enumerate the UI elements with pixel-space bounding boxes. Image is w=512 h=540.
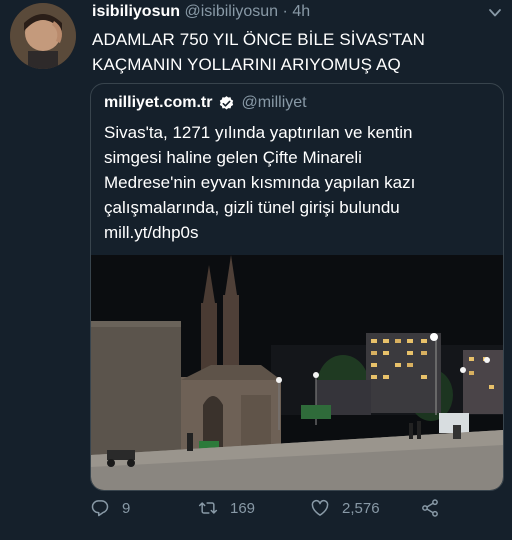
chevron-down-icon[interactable]: [488, 6, 502, 20]
tweet-text: ADAMLAR 750 YIL ÖNCE BİLE SİVAS'TAN KAÇM…: [92, 27, 502, 77]
reply-button[interactable]: 9: [90, 498, 130, 518]
user-handle[interactable]: @isibiliyosun: [184, 3, 278, 20]
like-button[interactable]: 2,576: [310, 498, 380, 518]
like-count: 2,576: [342, 499, 380, 517]
retweet-button[interactable]: 169: [198, 498, 255, 518]
action-bar: 9 169 2,576: [0, 498, 512, 528]
quoted-user-handle[interactable]: @milliyet: [241, 94, 306, 112]
quoted-display-name[interactable]: milliyet.com.tr: [104, 94, 212, 112]
reply-icon: [91, 500, 109, 517]
quoted-text-line: Medrese'nin eyvan kısmında yapılan kazı: [104, 173, 416, 192]
share-button[interactable]: [420, 498, 452, 518]
quoted-link[interactable]: mill.yt/dhp0s: [104, 220, 494, 245]
tweet[interactable]: isibiliyosun @isibiliyosun · 4h ADAMLAR …: [0, 0, 512, 540]
share-icon: [422, 499, 438, 517]
quoted-text-line: Sivas'ta, 1271 yılında yaptırılan ve ken…: [104, 123, 413, 142]
timestamp[interactable]: 4h: [292, 3, 310, 20]
quoted-text-line: simgesi haline gelen Çifte Minareli: [104, 148, 362, 167]
separator-dot: ·: [282, 3, 288, 20]
verified-badge-icon: [220, 95, 234, 110]
quoted-tweet-header: milliyet.com.tr @milliyet: [104, 94, 307, 112]
quoted-tweet-text: Sivas'ta, 1271 yılında yaptırılan ve ken…: [104, 120, 494, 245]
display-name[interactable]: isibiliyosun: [92, 3, 180, 20]
heart-icon: [311, 499, 329, 516]
avatar-image: [10, 3, 76, 69]
quoted-text-line: çalışmalarında, gizli tünel girişi bulun…: [104, 198, 400, 217]
avatar[interactable]: [10, 3, 76, 69]
reply-count: 9: [122, 499, 131, 517]
tweet-text-line: ADAMLAR 750 YIL ÖNCE BİLE SİVAS'TAN: [92, 30, 426, 49]
retweet-count: 169: [230, 499, 256, 517]
tweet-header: isibiliyosun @isibiliyosun · 4h: [92, 3, 310, 21]
retweet-icon: [198, 502, 218, 514]
quoted-tweet-photo[interactable]: [91, 255, 503, 490]
quoted-tweet-card[interactable]: milliyet.com.tr @milliyet Sivas'ta, 1271…: [90, 83, 504, 491]
tweet-text-line: KAÇMANIN YOLLARINI ARIYOMUŞ AQ: [92, 55, 401, 74]
